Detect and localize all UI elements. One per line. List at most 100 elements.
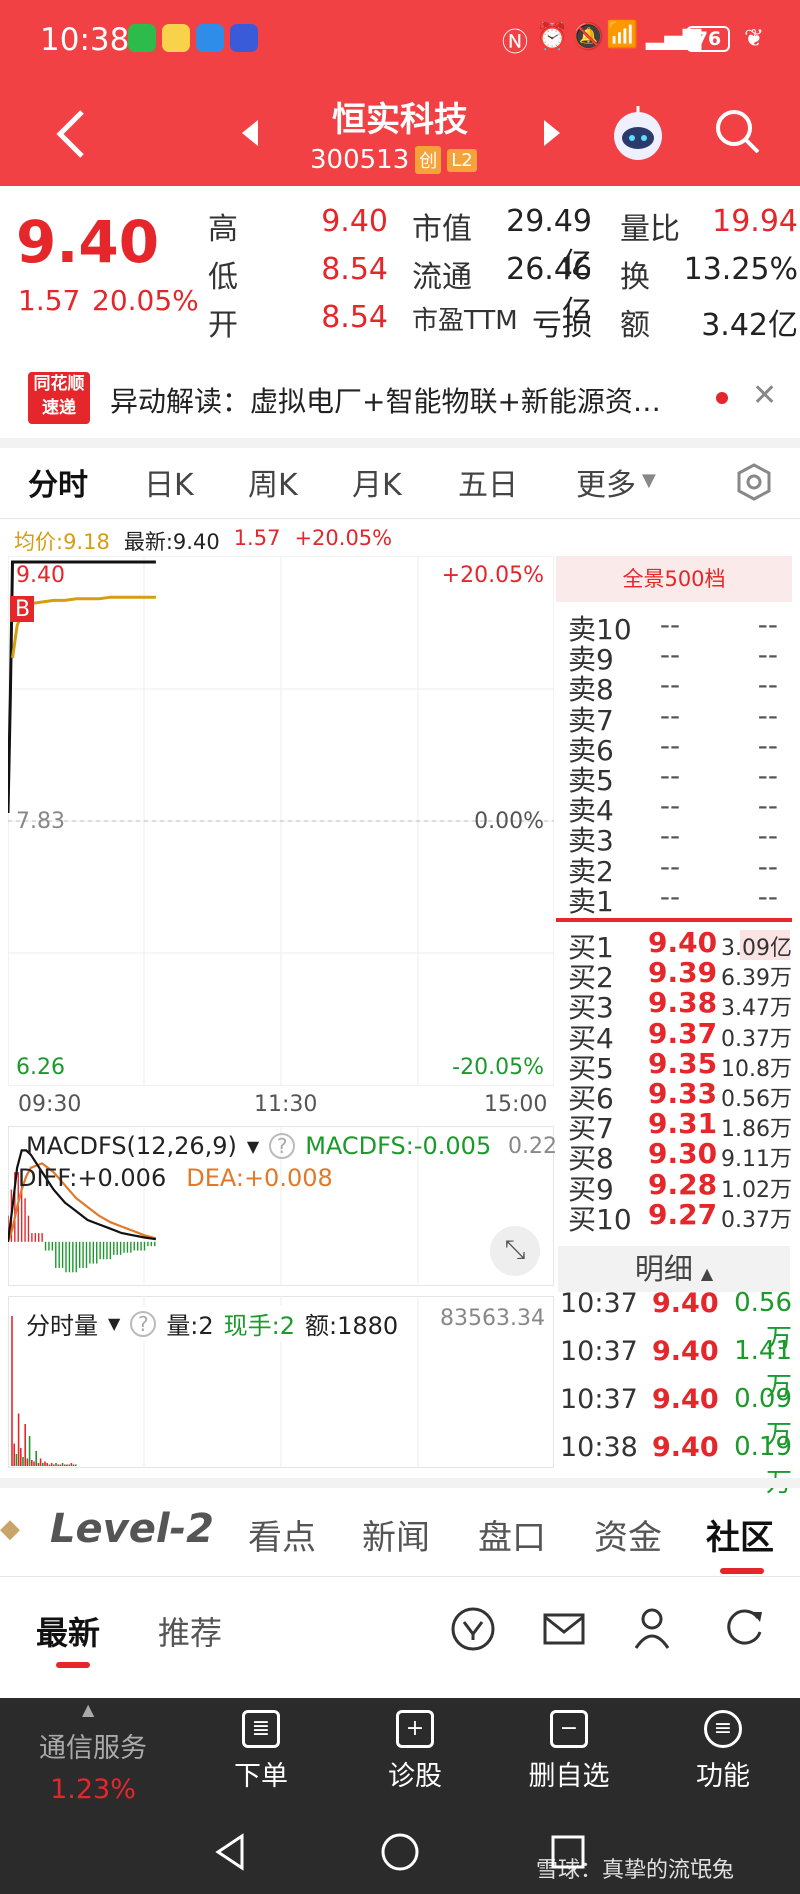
detail-header[interactable]: 明细 ▲ xyxy=(558,1246,790,1292)
stock-title: 恒实科技 xyxy=(332,100,468,140)
alarm-icon: ⏰ xyxy=(536,22,569,52)
volume-name[interactable]: 分时量 xyxy=(26,1306,98,1341)
detail-volume: 0.19万 xyxy=(734,1432,792,1498)
nav-item-label: 删自选 xyxy=(528,1761,610,1792)
price-change-pct: 20.05% xyxy=(92,284,199,317)
robot-icon[interactable] xyxy=(608,104,668,164)
stat-label: 市值 xyxy=(412,212,472,247)
nav-item-label: 功能 xyxy=(696,1761,750,1792)
divider xyxy=(0,438,800,448)
buy-level-volume: 10.8万 xyxy=(721,1056,792,1082)
prev-stock-icon[interactable] xyxy=(238,118,262,148)
bottom-tab-0[interactable]: Level-2 xyxy=(50,1506,214,1552)
nav-item-2[interactable]: − 删自选 xyxy=(494,1710,644,1820)
system-home-icon[interactable] xyxy=(380,1832,420,1872)
buy-level-price: 9.28 xyxy=(648,1167,718,1201)
mail-icon[interactable] xyxy=(542,1610,586,1648)
post-icon[interactable] xyxy=(450,1606,496,1652)
stat-value: 19.94 xyxy=(712,204,798,239)
dropdown-icon[interactable]: ▼ xyxy=(247,1137,259,1156)
chuang-badge: 创 xyxy=(415,146,442,174)
news-bar[interactable]: 同花顺 速递 异动解读：虚拟电厂+智能物联+新能源资… ✕ xyxy=(0,362,800,436)
close-icon[interactable]: ✕ xyxy=(752,378,777,413)
macdfs-value: MACDFS:-0.005 xyxy=(305,1132,492,1160)
buy-level-price: 9.37 xyxy=(648,1016,718,1050)
tab-4[interactable]: 五日 xyxy=(458,460,518,504)
divider xyxy=(0,1478,800,1488)
settings-hex-icon[interactable] xyxy=(734,462,774,502)
tab-0[interactable]: 分时 xyxy=(28,460,88,504)
intraday-chart[interactable]: 9.40 7.83 6.26 +20.05% 0.00% -20.05% B xyxy=(8,556,554,1086)
nav-item-3[interactable]: ≡ 功能 xyxy=(648,1710,798,1820)
buy-level-volume: 3.47万 xyxy=(721,996,792,1022)
chart-chg-label: 1.57 xyxy=(233,526,281,550)
tab-recommend[interactable]: 推荐 xyxy=(158,1608,222,1654)
refresh-icon[interactable] xyxy=(722,1606,766,1650)
stat-label: 换 xyxy=(620,260,650,295)
volume-right-value: 83563.34 xyxy=(440,1306,545,1331)
sell-level-volume: -- xyxy=(757,728,778,762)
next-stock-icon[interactable] xyxy=(540,118,564,148)
help-icon[interactable]: ? xyxy=(130,1310,157,1337)
battery-icon: 76 xyxy=(686,26,730,52)
tab-1[interactable]: 日K xyxy=(144,460,194,504)
tab-2[interactable]: 周K xyxy=(248,460,298,504)
bottom-tab-5[interactable]: 社区 xyxy=(706,1510,774,1559)
sub-tab-underline xyxy=(56,1662,90,1668)
detail-title: 明细 xyxy=(634,1252,693,1286)
leaf-icon: ❦ xyxy=(744,24,765,52)
volume-hand: 现手:2 xyxy=(223,1312,296,1340)
news-logo-line1: 同花顺 xyxy=(33,374,85,394)
stock-code: 300513 xyxy=(310,145,410,175)
y-bottom-label: 6.26 xyxy=(16,1055,65,1080)
news-text: 异动解读：虚拟电厂+智能物联+新能源资… xyxy=(110,385,661,418)
buy-level-volume: 1.02万 xyxy=(721,1177,792,1203)
detail-price: 9.40 xyxy=(652,1384,719,1415)
stat-value: 8.54 xyxy=(321,252,388,287)
more-dropdown-icon[interactable]: ▼ xyxy=(642,470,656,491)
y-top-label: 9.40 xyxy=(16,563,65,588)
sell-level-price: -- xyxy=(659,638,681,672)
sector-name[interactable]: 通信服务 xyxy=(0,1726,186,1765)
tab-5[interactable]: 更多 xyxy=(576,460,636,504)
stat-value: 13.25% xyxy=(683,252,798,287)
buy-level-price: 9.40 xyxy=(648,926,718,959)
x-axis-label: 11:30 xyxy=(254,1092,318,1117)
detail-time: 10:37 xyxy=(560,1288,638,1319)
diagnose-icon: + xyxy=(396,1710,434,1748)
detail-price: 9.40 xyxy=(652,1432,719,1463)
back-icon[interactable] xyxy=(50,106,90,162)
macd-name[interactable]: MACDFS(12,26,9) xyxy=(26,1132,237,1160)
stat-label: 开 xyxy=(208,308,238,343)
sell-level-volume: -- xyxy=(757,608,778,641)
sell-level-volume: -- xyxy=(757,879,778,913)
expand-icon[interactable]: ⤡ xyxy=(490,1226,540,1276)
help-icon[interactable]: ? xyxy=(269,1133,296,1159)
stat-label: 低 xyxy=(208,260,238,295)
dropdown-icon[interactable]: ▼ xyxy=(108,1314,120,1333)
tab-3[interactable]: 月K xyxy=(352,460,402,504)
divider xyxy=(0,518,800,519)
buy-level-price: 9.30 xyxy=(648,1137,718,1171)
bottom-tab-4[interactable]: 资金 xyxy=(594,1510,662,1559)
sell-level-price: -- xyxy=(659,819,681,853)
search-icon[interactable] xyxy=(712,106,762,156)
nfc-icon: Ⓝ xyxy=(502,28,529,58)
nav-item-0[interactable]: ≣ 下单 xyxy=(186,1710,336,1820)
bottom-tab-3[interactable]: 盘口 xyxy=(478,1510,546,1559)
user-icon[interactable] xyxy=(632,1606,672,1650)
x-axis-label: 15:00 xyxy=(484,1092,548,1117)
sell-level-price: -- xyxy=(659,789,681,823)
avg-price-label: 均价:9.18 xyxy=(14,530,110,554)
pct-bottom-label: -20.05% xyxy=(452,1055,544,1080)
system-back-icon[interactable] xyxy=(212,1832,248,1872)
nav-item-1[interactable]: + 诊股 xyxy=(340,1710,490,1820)
sector-pct: 1.23% xyxy=(50,1774,136,1805)
full-depth-button[interactable]: 全景500档 xyxy=(556,556,792,602)
price-change: 1.57 xyxy=(18,284,81,317)
tab-latest[interactable]: 最新 xyxy=(36,1608,100,1654)
stat-value: 亏损 xyxy=(532,308,592,343)
status-time: 10:38 xyxy=(40,22,130,58)
bottom-tab-2[interactable]: 新闻 xyxy=(362,1510,430,1559)
bottom-tab-1[interactable]: 看点 xyxy=(248,1510,316,1559)
